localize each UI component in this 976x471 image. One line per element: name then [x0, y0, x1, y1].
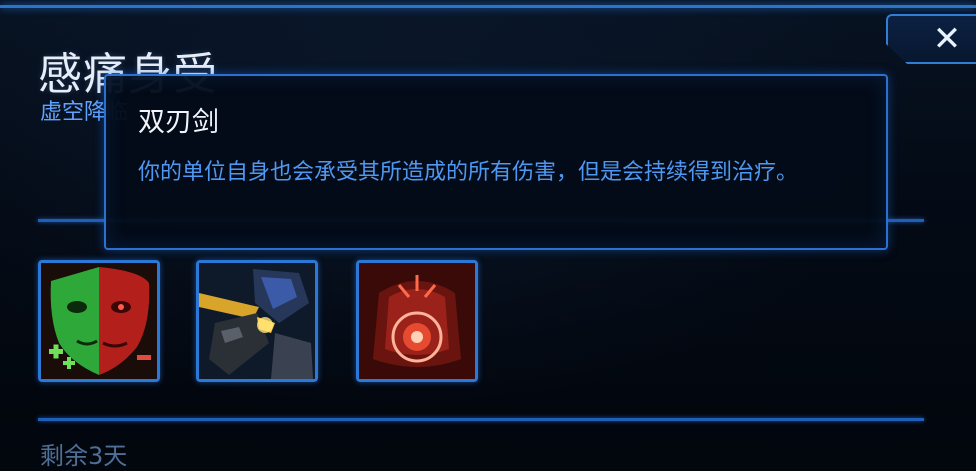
divider-bottom — [38, 418, 924, 421]
ability-slot-blast[interactable] — [356, 260, 478, 382]
gunner-icon — [199, 263, 315, 379]
tooltip-popup: 双刃剑 你的单位自身也会承受其所造成的所有伤害，但是会持续得到治疗。 — [104, 74, 888, 250]
red-explosion-icon — [359, 263, 475, 379]
tooltip-description: 你的单位自身也会承受其所造成的所有伤害，但是会持续得到治疗。 — [138, 160, 799, 185]
green-red-mask-icon — [41, 263, 157, 379]
tooltip-title: 双刃剑 — [138, 107, 219, 138]
panel-top-border — [0, 5, 976, 8]
ability-slot-gunner[interactable] — [196, 260, 318, 382]
close-icon[interactable]: ✕ — [930, 22, 964, 56]
ability-slot-mask[interactable] — [38, 260, 160, 382]
